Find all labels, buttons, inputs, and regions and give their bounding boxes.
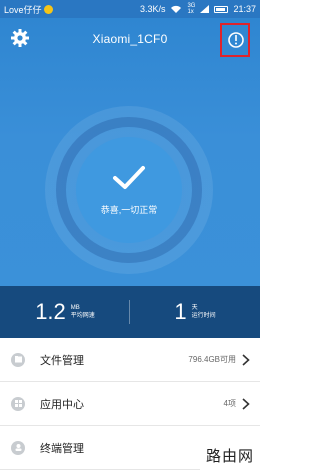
- info-button[interactable]: [220, 23, 250, 57]
- network-type-bottom: 1x: [187, 9, 194, 15]
- menu-item-file-management[interactable]: 文件管理 796.4GB可用: [0, 338, 260, 382]
- stats-bar: 1.2 MB 平均网速 1 天 运行时间: [0, 286, 260, 338]
- apps-icon: [11, 396, 25, 411]
- status-panel: Xiaomi_1CF0 恭喜,一切正常: [0, 18, 260, 286]
- status-bar: Love仔仔 3.3K/s 3G 1x 21:37: [0, 0, 260, 18]
- menu-item-label: 终端管理: [40, 442, 84, 455]
- wifi-icon: [171, 5, 182, 13]
- chevron-right-icon: [242, 353, 250, 366]
- watermark: 路由网: [200, 440, 260, 470]
- checkmark-icon: [113, 165, 145, 189]
- status-circle[interactable]: 恭喜,一切正常: [76, 137, 182, 243]
- menu-item-value: 796.4GB可用: [188, 355, 236, 364]
- carrier-name: Love仔仔: [4, 4, 42, 15]
- menu-item-label: 应用中心: [40, 398, 84, 411]
- info-icon: [228, 32, 244, 48]
- signal-icon: [200, 5, 210, 13]
- menu-item-value: 4项: [223, 399, 236, 408]
- battery-icon: [214, 5, 229, 13]
- file-icon: [11, 352, 25, 367]
- stat-unit: MB: [70, 305, 80, 311]
- stat-value: 1.2: [35, 299, 66, 324]
- gear-icon[interactable]: [10, 28, 30, 48]
- status-message: 恭喜,一切正常: [100, 204, 158, 215]
- clock: 21:37: [233, 4, 256, 14]
- stat-average-speed: 1.2 MB 平均网速: [0, 299, 130, 325]
- menu-item-label: 文件管理: [40, 354, 84, 367]
- device-icon: [11, 440, 25, 455]
- stat-uptime: 1 天 运行时间: [130, 299, 260, 325]
- stats-divider: [129, 300, 130, 324]
- stat-value: 1: [174, 299, 187, 324]
- stat-unit: 天: [191, 305, 198, 311]
- network-speed: 3.3K/s: [139, 4, 166, 14]
- emoji-icon: [43, 4, 53, 14]
- chevron-right-icon: [242, 397, 250, 410]
- menu-item-app-center[interactable]: 应用中心 4项: [0, 382, 260, 426]
- stat-label: 运行时间: [191, 313, 216, 319]
- title-bar: Xiaomi_1CF0: [0, 18, 260, 60]
- stat-label: 平均网速: [70, 313, 95, 319]
